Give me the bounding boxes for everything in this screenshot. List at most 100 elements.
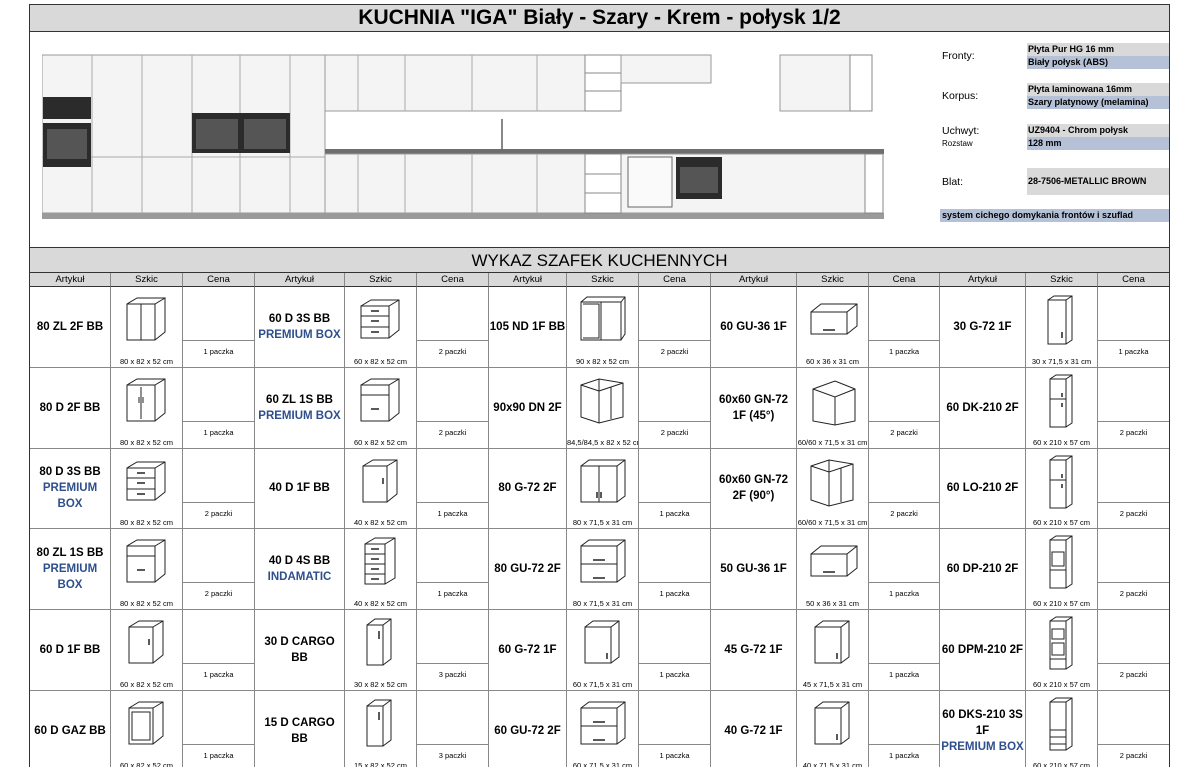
sketch-cell: 60/60 x 71,5 x 31 cm bbox=[797, 367, 869, 449]
price-divider bbox=[1098, 340, 1169, 341]
header-artykul: Artykuł bbox=[30, 273, 111, 287]
dimensions-label: 30 x 82 x 52 cm bbox=[354, 679, 407, 689]
dimensions-label: 60 x 71,5 x 31 cm bbox=[572, 760, 633, 767]
price-divider bbox=[1098, 663, 1169, 665]
article-name: 30 D CARGO BB bbox=[264, 636, 335, 665]
article-cell: 40 G-72 1F bbox=[711, 691, 797, 767]
package-count: 1 paczka bbox=[203, 427, 234, 437]
dimensions-label: 80 x 71,5 x 31 cm bbox=[572, 518, 633, 528]
dimensions-label: 84,5/84,5 x 82 x 52 cm bbox=[567, 437, 638, 447]
price-cell: 3 paczki bbox=[417, 610, 489, 691]
price-divider bbox=[417, 340, 488, 341]
header-szkic: Szkic bbox=[345, 273, 417, 287]
dimensions-label: 40 x 82 x 52 cm bbox=[354, 518, 407, 528]
article-cell: 60x60 GN-72 1F (45°) bbox=[711, 367, 797, 449]
price-divider bbox=[417, 663, 488, 665]
article-cell: 60 LO-210 2F bbox=[940, 448, 1026, 530]
package-count: 1 paczka bbox=[659, 508, 690, 518]
article-cell: 60 D 1F BB bbox=[30, 610, 111, 691]
price-divider bbox=[183, 663, 254, 665]
price-cell: 1 paczka bbox=[639, 529, 711, 611]
price-cell: 2 paczki bbox=[1098, 610, 1169, 691]
sketch-cell: 40 x 82 x 52 cm bbox=[345, 448, 417, 530]
dimensions-label: 60 x 82 x 52 cm bbox=[354, 437, 407, 447]
price-cell: 1 paczka bbox=[417, 448, 489, 530]
sketch-cell: 60 x 71,5 x 31 cm bbox=[567, 691, 639, 767]
sketch-cell: 60 x 210 x 57 cm bbox=[1026, 367, 1098, 449]
header-artykul: Artykuł bbox=[489, 273, 567, 287]
article-cell: 60 G-72 1F bbox=[489, 610, 567, 691]
price-divider bbox=[417, 744, 488, 745]
price-cell: 2 paczki bbox=[1098, 691, 1169, 767]
article-cell: 50 GU-36 1F bbox=[711, 529, 797, 611]
article-name: 80 D 2F BB bbox=[39, 401, 101, 414]
price-divider bbox=[639, 340, 710, 341]
article-cell: 80 ZL 1S BB PREMIUM BOX bbox=[30, 529, 111, 611]
article-variant: PREMIUM BOX bbox=[42, 482, 98, 511]
dimensions-label: 60/60 x 71,5 x 31 cm bbox=[797, 437, 868, 447]
article-name: 80 D 3S BB bbox=[39, 466, 101, 479]
article-name: 60 DKS-210 3S 1F bbox=[942, 708, 1023, 737]
article-cell: 30 G-72 1F bbox=[940, 287, 1026, 368]
package-count: 1 paczka bbox=[888, 751, 920, 760]
korpus-label: Korpus: bbox=[942, 90, 979, 102]
article-cell: 80 D 2F BB bbox=[30, 367, 111, 449]
price-divider bbox=[869, 744, 939, 745]
package-count: 2 paczki bbox=[1119, 427, 1148, 437]
article-variant: PREMIUM BOX bbox=[42, 563, 98, 592]
article-name: 60 DPM-210 2F bbox=[941, 644, 1024, 657]
article-variant: INDAMATIC bbox=[267, 571, 332, 584]
price-divider bbox=[1098, 420, 1169, 422]
package-count: 1 paczka bbox=[659, 670, 690, 680]
article-cell: 40 D 4S BB INDAMATIC bbox=[255, 529, 345, 611]
sketch-cell: 30 x 82 x 52 cm bbox=[345, 610, 417, 691]
article-cell: 15 D CARGO BB bbox=[255, 691, 345, 767]
dimensions-label: 60 x 210 x 57 cm bbox=[1032, 599, 1091, 609]
price-cell: 1 paczka bbox=[869, 610, 940, 691]
dimensions-label: 80 x 82 x 52 cm bbox=[120, 356, 173, 366]
dimensions-label: 60/60 x 71,5 x 31 cm bbox=[797, 518, 868, 528]
price-cell: 2 paczki bbox=[183, 529, 255, 611]
blat-label: Blat: bbox=[942, 176, 964, 188]
article-name: 15 D CARGO BB bbox=[264, 716, 335, 745]
price-cell: 1 paczka bbox=[183, 367, 255, 449]
sketch-cell: 60 x 82 x 52 cm bbox=[111, 610, 183, 691]
header-cena: Cena bbox=[869, 273, 940, 287]
dimensions-label: 60 x 71,5 x 31 cm bbox=[572, 679, 633, 689]
article-variant: PREMIUM BOX bbox=[941, 740, 1024, 753]
sketch-cell: 80 x 82 x 52 cm bbox=[111, 367, 183, 449]
package-count: 3 paczki bbox=[438, 751, 467, 760]
dimensions-label: 15 x 82 x 52 cm bbox=[354, 760, 407, 767]
article-cell: 60 GU-72 2F bbox=[489, 691, 567, 767]
article-name: 40 G-72 1F bbox=[724, 724, 783, 737]
uchwyt-label: Uchwyt: bbox=[942, 125, 980, 137]
package-count: 3 paczki bbox=[438, 670, 467, 680]
dimensions-label: 60 x 210 x 57 cm bbox=[1032, 679, 1091, 689]
price-cell: 2 paczki bbox=[183, 448, 255, 530]
sketch-cell: 40 x 82 x 52 cm bbox=[345, 529, 417, 611]
sketch-cell: 60 x 82 x 52 cm bbox=[345, 287, 417, 368]
price-cell: 1 paczka bbox=[183, 287, 255, 368]
article-cell: 40 D 1F BB bbox=[255, 448, 345, 530]
price-cell: 1 paczka bbox=[639, 610, 711, 691]
article-cell: 60 GU-36 1F bbox=[711, 287, 797, 368]
sketch-cell: 30 x 71,5 x 31 cm bbox=[1026, 287, 1098, 368]
package-count: 1 paczka bbox=[203, 347, 234, 356]
price-cell: 2 paczki bbox=[869, 367, 940, 449]
price-divider bbox=[1098, 582, 1169, 584]
article-name: 60 D 1F BB bbox=[39, 644, 101, 657]
header-szkic: Szkic bbox=[1026, 273, 1098, 287]
dimensions-label: 60 x 36 x 31 cm bbox=[806, 356, 859, 366]
sketch-cell: 40 x 71,5 x 31 cm bbox=[797, 691, 869, 767]
price-cell: 2 paczki bbox=[869, 448, 940, 530]
sketch-cell: 50 x 36 x 31 cm bbox=[797, 529, 869, 611]
price-divider bbox=[639, 501, 710, 503]
header-cena: Cena bbox=[417, 273, 489, 287]
page-title: KUCHNIA "IGA" Biały - Szary - Krem - poł… bbox=[30, 5, 1169, 32]
dimensions-label: 80 x 82 x 52 cm bbox=[120, 437, 173, 447]
header-cena: Cena bbox=[1098, 273, 1169, 287]
article-cell: 60 DK-210 2F bbox=[940, 367, 1026, 449]
fronty-label: Fronty: bbox=[942, 50, 975, 62]
sketch-cell: 60 x 210 x 57 cm bbox=[1026, 448, 1098, 530]
article-name: 60x60 GN-72 2F (90°) bbox=[718, 474, 789, 503]
